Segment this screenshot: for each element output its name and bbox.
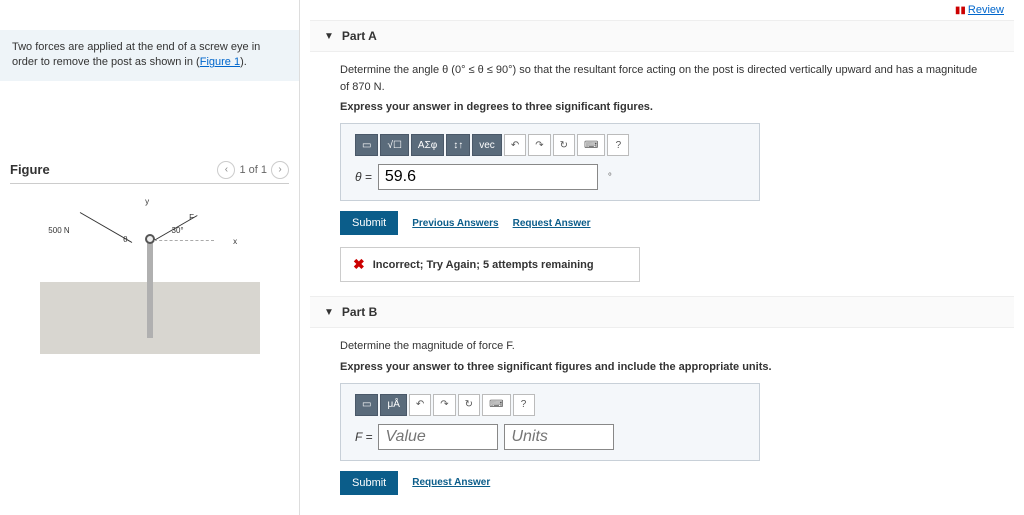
part-b-submit-button[interactable]: Submit — [340, 471, 398, 495]
incorrect-icon: ✖ — [353, 256, 365, 273]
subscript-button[interactable]: ↕↑ — [446, 134, 470, 156]
keyboard-button[interactable]: ⌨ — [577, 134, 605, 156]
help-button[interactable]: ? — [607, 134, 629, 156]
figure-next-button[interactable]: › — [271, 161, 289, 179]
keyboard-button[interactable]: ⌨ — [482, 394, 510, 416]
redo-button[interactable]: ↷ — [528, 134, 550, 156]
template-button[interactable]: ▭ — [355, 394, 378, 416]
redo-button[interactable]: ↷ — [433, 394, 455, 416]
part-a-body: Determine the angle θ (0° ≤ θ ≤ 90°) so … — [310, 52, 1014, 292]
figure-counter: 1 of 1 — [239, 164, 267, 176]
figure-prev-button[interactable]: ‹ — [217, 161, 235, 179]
part-a-request-answer-link[interactable]: Request Answer — [513, 218, 591, 229]
sqrt-button[interactable]: √☐ — [380, 134, 408, 156]
part-b-answer-box: ▭ μÅ ↶ ↷ ↻ ⌨ ? F = — [340, 383, 760, 461]
review-link[interactable]: Review — [968, 4, 1004, 16]
template-button[interactable]: ▭ — [355, 134, 378, 156]
reset-button[interactable]: ↻ — [553, 134, 575, 156]
undo-button[interactable]: ↶ — [409, 394, 431, 416]
part-a-answer-input[interactable] — [378, 164, 598, 190]
caret-down-icon: ▼ — [324, 307, 334, 318]
part-a-title: Part A — [342, 29, 377, 43]
part-b-instruction: Express your answer to three significant… — [340, 361, 984, 373]
figure-image: 500 N F 30° y x θ — [40, 194, 260, 354]
figure-header: Figure ‹ 1 of 1 › — [10, 161, 289, 184]
part-a-submit-button[interactable]: Submit — [340, 211, 398, 235]
review-icon: ▮▮ — [955, 5, 966, 16]
figure-link[interactable]: Figure 1 — [200, 56, 240, 68]
part-b-body: Determine the magnitude of force F. Expr… — [310, 328, 1014, 505]
part-b-toolbar: ▭ μÅ ↶ ↷ ↻ ⌨ ? — [355, 394, 745, 416]
figure-theta-label: θ — [123, 235, 127, 244]
caret-down-icon: ▼ — [324, 31, 334, 42]
problem-text-after: ). — [240, 56, 247, 68]
part-a-prompt: Determine the angle θ (0° ≤ θ ≤ 90°) so … — [340, 62, 984, 95]
help-button[interactable]: ? — [513, 394, 535, 416]
part-a-feedback: ✖ Incorrect; Try Again; 5 attempts remai… — [340, 247, 640, 282]
problem-statement: Two forces are applied at the end of a s… — [0, 30, 299, 81]
units-button[interactable]: μÅ — [380, 394, 406, 416]
part-a-toolbar: ▭ √☐ ΑΣφ ↕↑ vec ↶ ↷ ↻ ⌨ ? — [355, 134, 745, 156]
figure-angle-label: 30° — [172, 226, 184, 235]
part-b-request-answer-link[interactable]: Request Answer — [412, 477, 490, 488]
figure-f-label: F — [189, 213, 194, 222]
figure-title: Figure — [10, 162, 50, 177]
part-b-var-label: F = — [355, 430, 372, 444]
part-a-answer-box: ▭ √☐ ΑΣφ ↕↑ vec ↶ ↷ ↻ ⌨ ? θ = ° — [340, 123, 760, 201]
greek-button[interactable]: ΑΣφ — [411, 134, 444, 156]
figure-force-label: 500 N — [48, 226, 69, 235]
figure-x-label: x — [233, 237, 237, 246]
part-a-instruction: Express your answer in degrees to three … — [340, 101, 984, 113]
part-a-header[interactable]: ▼ Part A — [310, 20, 1014, 52]
part-a-unit-label: ° — [608, 172, 612, 183]
part-a-var-label: θ = — [355, 170, 372, 184]
part-a-previous-answers-link[interactable]: Previous Answers — [412, 218, 498, 229]
part-b-prompt: Determine the magnitude of force F. — [340, 338, 984, 355]
part-b-header[interactable]: ▼ Part B — [310, 296, 1014, 328]
figure-nav: ‹ 1 of 1 › — [217, 161, 289, 179]
vec-button[interactable]: vec — [472, 134, 502, 156]
part-b-units-input[interactable] — [504, 424, 614, 450]
part-b-title: Part B — [342, 305, 377, 319]
part-a-feedback-text: Incorrect; Try Again; 5 attempts remaini… — [373, 259, 594, 271]
undo-button[interactable]: ↶ — [504, 134, 526, 156]
reset-button[interactable]: ↻ — [458, 394, 480, 416]
part-b-value-input[interactable] — [378, 424, 498, 450]
figure-y-label: y — [145, 197, 149, 206]
